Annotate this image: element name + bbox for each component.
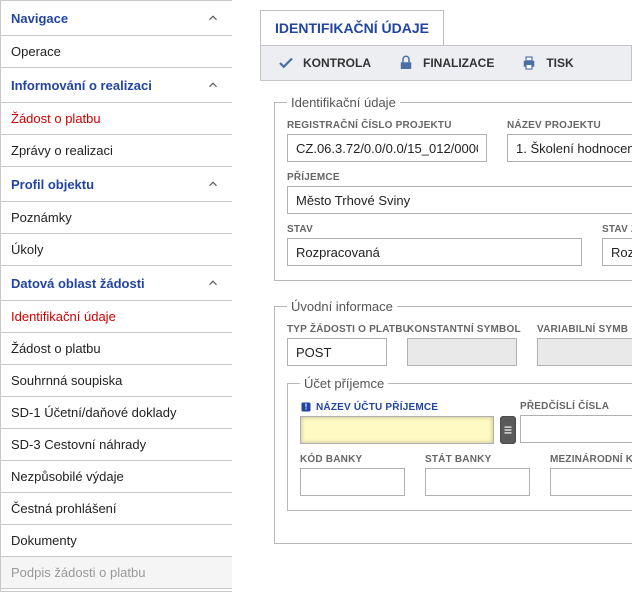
nav-label: Navigace (11, 11, 68, 26)
nav-item-sd1[interactable]: SD-1 Účetní/daňové doklady (1, 397, 232, 429)
input-stat-banky[interactable] (425, 468, 530, 496)
nav-item-zadost[interactable]: Žádost o platbu (1, 103, 232, 135)
label-konst-symbol: KONSTANTNÍ SYMBOL (407, 324, 517, 335)
input-var-symbol[interactable] (537, 338, 632, 366)
list-icon (501, 423, 515, 437)
chevron-up-icon (204, 175, 222, 193)
input-nazev-projektu[interactable] (507, 134, 632, 162)
legend-ucet: Účet příjemce (300, 376, 388, 391)
legend-uvodni: Úvodní informace (287, 299, 397, 314)
input-stav[interactable] (287, 238, 582, 266)
nav-item-nezpusobile[interactable]: Nezpůsobilé výdaje (1, 461, 232, 493)
input-reg-cislo[interactable] (287, 134, 487, 162)
chevron-up-icon (204, 76, 222, 94)
nav-item-souhrnna[interactable]: Souhrnná soupiska (1, 365, 232, 397)
print-icon (520, 54, 538, 72)
input-kod-banky[interactable] (300, 468, 405, 496)
nav-item-sd3[interactable]: SD-3 Cestovní náhrady (1, 429, 232, 461)
nav-item-ident[interactable]: Identifikační údaje (1, 301, 232, 333)
nav-section-profil[interactable]: Profil objektu (1, 167, 232, 202)
lookup-button[interactable] (500, 416, 516, 444)
input-konst-symbol[interactable] (407, 338, 517, 366)
label-stat-banky: STÁT BANKY (425, 454, 530, 465)
label-mez-kod: MEZINÁRODNÍ KÓ (550, 454, 632, 465)
label-typ-zadosti: TYP ŽÁDOSTI O PLATBU (287, 324, 387, 335)
label-stav: STAV (287, 224, 582, 235)
label-prijemce: PŘÍJEMCE (287, 172, 632, 183)
toolbar-tisk[interactable]: TISK (520, 54, 573, 72)
svg-text:!: ! (305, 403, 308, 412)
nav-item-ukoly[interactable]: Úkoly (1, 234, 232, 266)
nav-label: Profil objektu (11, 177, 94, 192)
tab-identifikacni[interactable]: IDENTIFIKAČNÍ ÚDAJE (260, 10, 444, 45)
label-stav-z: STAV Z (602, 224, 632, 235)
fieldset-uvodni: Úvodní informace TYP ŽÁDOSTI O PLATBU KO… (274, 299, 632, 544)
toolbar-finalizace[interactable]: FINALIZACE (397, 54, 494, 72)
fieldset-identifikacni: Identifikační údaje REGISTRAČNÍ ČÍSLO PR… (274, 95, 632, 281)
input-predcisli[interactable] (520, 415, 632, 443)
required-icon: ! (300, 401, 312, 413)
nav-item-poznamky[interactable]: Poznámky (1, 202, 232, 234)
input-stav-z[interactable] (602, 238, 632, 266)
label-kod-banky: KÓD BANKY (300, 454, 405, 465)
input-mez-kod[interactable] (550, 468, 632, 496)
legend-ident: Identifikační údaje (287, 95, 400, 110)
nav-section-info[interactable]: Informování o realizaci (1, 68, 232, 103)
label-var-symbol: VARIABILNÍ SYMB (537, 324, 632, 335)
nav-section-datova[interactable]: Datová oblast žádosti (1, 266, 232, 301)
label-nazev-projektu: NÁZEV PROJEKTU (507, 120, 632, 131)
nav-item-dokumenty[interactable]: Dokumenty (1, 525, 232, 557)
nav-label: Datová oblast žádosti (11, 276, 145, 291)
nav-section-navigace[interactable]: Navigace (1, 1, 232, 36)
nav-label: Informování o realizaci (11, 78, 152, 93)
lock-icon (397, 54, 415, 72)
nav-item-podpis: Podpis žádosti o platbu (1, 557, 232, 589)
label-reg-cislo: REGISTRAČNÍ ČÍSLO PROJEKTU (287, 120, 487, 131)
nav-item-operace[interactable]: Operace (1, 36, 232, 68)
chevron-up-icon (204, 274, 222, 292)
label-nazev-uctu: ! NÁZEV ÚČTU PŘÍJEMCE (300, 401, 500, 413)
nav-item-zpravy[interactable]: Zprávy o realizaci (1, 135, 232, 167)
toolbar: KONTROLA FINALIZACE TISK (260, 45, 632, 81)
input-nazev-uctu[interactable] (300, 416, 494, 444)
tabbar: IDENTIFIKAČNÍ ÚDAJE (260, 0, 632, 45)
input-prijemce[interactable] (287, 186, 632, 214)
nav-item-zadost2[interactable]: Žádost o platbu (1, 333, 232, 365)
label-predcisli: PŘEDČÍSLÍ ČÍSLA (520, 401, 632, 412)
chevron-up-icon (204, 9, 222, 27)
check-icon (277, 54, 295, 72)
toolbar-kontrola[interactable]: KONTROLA (277, 54, 371, 72)
input-typ-zadosti[interactable] (287, 338, 387, 366)
nav-item-cestna[interactable]: Čestná prohlášení (1, 493, 232, 525)
fieldset-ucet: Účet příjemce ! NÁZEV ÚČTU PŘÍJEMCE (287, 376, 632, 511)
